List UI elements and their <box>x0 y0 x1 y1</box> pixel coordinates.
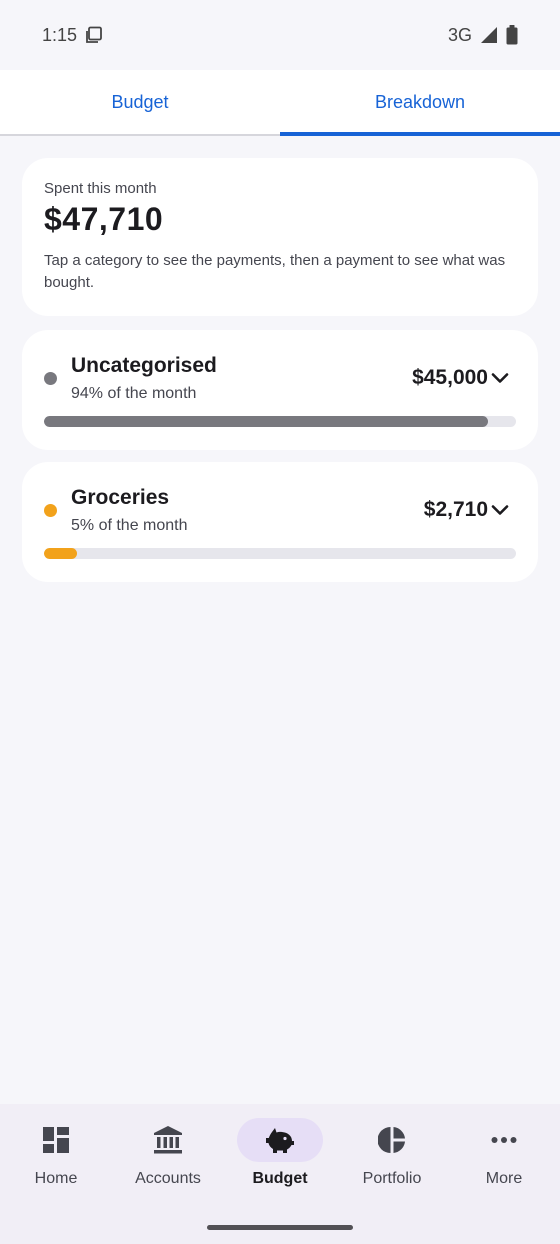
category-name: Groceries <box>71 486 170 509</box>
dashboard-icon <box>43 1127 69 1153</box>
status-left: 1:15 <box>42 25 103 46</box>
nav-label: Accounts <box>135 1170 201 1187</box>
summary-hint: Tap a category to see the payments, then… <box>44 252 506 291</box>
chevron-down-icon[interactable] <box>490 368 510 388</box>
category-amount: $2,710 <box>423 498 488 521</box>
status-bar: 1:15 3G <box>0 0 560 70</box>
tab-budget-label: Budget <box>111 91 169 112</box>
nav-label: Portfolio <box>362 1170 422 1187</box>
category-card-uncategorised[interactable]: Uncategorised 94% of the month $45,000 <box>22 330 538 450</box>
nav-item-portfolio[interactable]: Portfolio <box>336 1118 448 1244</box>
summary-card: Spent this month $47,710 Tap a category … <box>22 158 538 316</box>
nav-icon-container <box>237 1118 323 1162</box>
gesture-navigation-bar[interactable] <box>207 1225 353 1230</box>
tab-budget[interactable]: Budget <box>0 70 280 134</box>
category-percent: 5% of the month <box>71 517 188 534</box>
category-progress-fill <box>44 548 78 559</box>
battery-icon <box>506 25 518 45</box>
nav-icon-container <box>13 1118 99 1162</box>
nav-label: Home <box>34 1170 78 1187</box>
category-color-dot <box>44 372 57 385</box>
pie-chart-icon <box>378 1127 405 1153</box>
nav-item-home[interactable]: Home <box>0 1118 112 1244</box>
nav-icon-container <box>125 1118 211 1162</box>
bottom-navigation: Home Accounts Budget Portfolio More <box>0 1104 560 1244</box>
nav-label: More <box>485 1170 523 1187</box>
category-percent: 94% of the month <box>71 385 197 402</box>
piggy-bank-icon <box>266 1128 294 1153</box>
more-horizontal-icon <box>491 1137 517 1143</box>
screenshot-notification-icon <box>86 26 102 43</box>
category-amount: $45,000 <box>412 366 488 389</box>
tab-bar: Budget Breakdown <box>0 70 560 136</box>
status-time: 1:15 <box>42 24 78 45</box>
nav-label: Budget <box>252 1170 308 1187</box>
signal-icon <box>481 27 497 43</box>
network-type: 3G <box>447 24 472 45</box>
nav-icon-container <box>461 1118 547 1162</box>
nav-item-more[interactable]: More <box>448 1118 560 1244</box>
summary-total: $47,710 <box>44 201 164 237</box>
chevron-down-icon[interactable] <box>490 500 510 520</box>
category-progress-fill <box>44 416 488 427</box>
tab-breakdown[interactable]: Breakdown <box>280 70 560 136</box>
summary-label: Spent this month <box>44 180 157 197</box>
status-right: 3G <box>448 25 518 46</box>
category-name: Uncategorised <box>71 354 217 377</box>
category-progress-track <box>44 548 516 559</box>
tab-breakdown-label: Breakdown <box>374 91 466 112</box>
nav-icon-container <box>349 1118 435 1162</box>
category-card-groceries[interactable]: Groceries 5% of the month $2,710 <box>22 462 538 582</box>
bank-icon <box>154 1126 182 1154</box>
category-color-dot <box>44 504 57 517</box>
category-progress-track <box>44 416 516 427</box>
